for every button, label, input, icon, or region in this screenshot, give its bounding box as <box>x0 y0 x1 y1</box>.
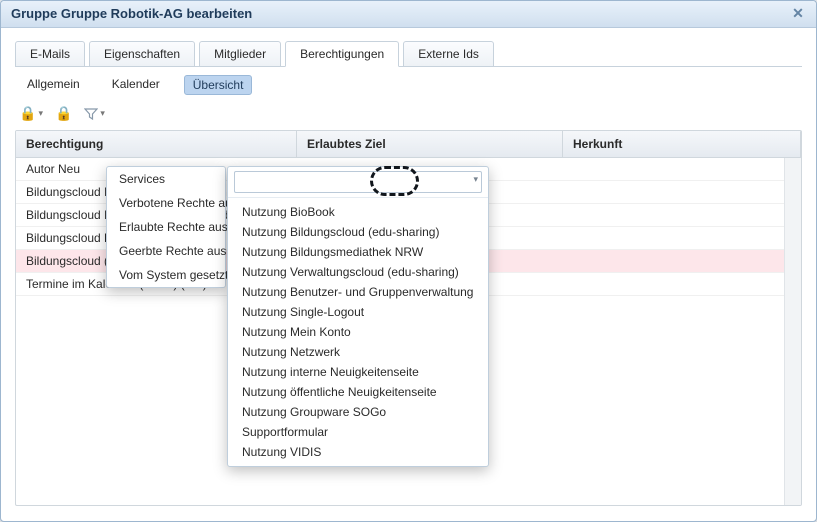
menu-item-hide-inherited[interactable]: Geerbte Rechte ausblenden <box>107 239 225 263</box>
services-filter-input[interactable] <box>234 171 482 193</box>
grid-header-herkunft[interactable]: Herkunft <box>563 131 801 157</box>
subtab-kalender[interactable]: Kalender <box>104 75 168 95</box>
grid-scrollbar[interactable] <box>784 158 801 505</box>
services-option[interactable]: Nutzung Benutzer- und Gruppenverwaltung <box>228 282 488 302</box>
services-option[interactable]: Nutzung Verwaltungscloud (edu-sharing) <box>228 262 488 282</box>
table-cell <box>561 181 801 203</box>
add-dropdown-icon[interactable]: 🔒▾ <box>19 105 43 122</box>
services-option[interactable]: Nutzung VIDIS <box>228 442 488 462</box>
close-icon[interactable]: ✕ <box>790 6 806 22</box>
services-dropdown-trigger-icon[interactable]: ▾ <box>473 174 478 185</box>
table-cell <box>561 158 801 180</box>
tab-eigenschaften[interactable]: Eigenschaften <box>89 41 195 67</box>
tab-berechtigungen[interactable]: Berechtigungen <box>285 41 399 67</box>
grid-header-berechtigung[interactable]: Berechtigung <box>16 131 297 157</box>
services-option[interactable]: Nutzung BioBook <box>228 202 488 222</box>
lock-icon[interactable]: 🔒 <box>55 105 72 122</box>
services-option[interactable]: Nutzung Groupware SOGo <box>228 402 488 422</box>
window-title: Gruppe Gruppe Robotik-AG bearbeiten <box>11 1 252 27</box>
services-option[interactable]: Nutzung Single-Logout <box>228 302 488 322</box>
subtab-uebersicht[interactable]: Übersicht <box>184 75 253 95</box>
services-dropdown: ▾ Nutzung BioBookNutzung Bildungscloud (… <box>227 166 489 467</box>
menu-item-hide-system[interactable]: Vom System gesetzte Rechte ausblenden <box>107 263 225 287</box>
services-option[interactable]: Nutzung öffentliche Neuigkeitenseite <box>228 382 488 402</box>
table-cell <box>561 204 801 226</box>
edit-group-window: Gruppe Gruppe Robotik-AG bearbeiten ✕ E-… <box>0 0 817 522</box>
tab-mitglieder[interactable]: Mitglieder <box>199 41 281 67</box>
services-option[interactable]: Nutzung Bildungsmediathek NRW <box>228 242 488 262</box>
services-option[interactable]: Nutzung Netzwerk <box>228 342 488 362</box>
main-tabs: E-Mails Eigenschaften Mitglieder Berecht… <box>15 40 802 67</box>
services-option[interactable]: Nutzung interne Neuigkeitenseite <box>228 362 488 382</box>
tab-emails[interactable]: E-Mails <box>15 41 85 67</box>
grid-toolbar: 🔒▾ 🔒 ▾ <box>15 101 802 130</box>
services-option[interactable]: Nutzung Mein Konto <box>228 322 488 342</box>
tab-externe-ids[interactable]: Externe Ids <box>403 41 494 67</box>
sub-tabs: Allgemein Kalender Übersicht <box>15 67 802 101</box>
subtab-allgemein[interactable]: Allgemein <box>19 75 88 95</box>
table-cell <box>561 273 801 295</box>
menu-item-services[interactable]: Services <box>107 167 225 191</box>
grid-header-erlaubtes-ziel[interactable]: Erlaubtes Ziel <box>297 131 563 157</box>
table-cell <box>561 227 801 249</box>
services-filter-row: ▾ <box>228 167 488 198</box>
services-option-list: Nutzung BioBookNutzung Bildungscloud (ed… <box>228 198 488 466</box>
column-context-menu: Services Verbotene Rechte ausblenden Erl… <box>106 166 226 288</box>
services-option[interactable]: Nutzung Bildungscloud (edu-sharing) <box>228 222 488 242</box>
menu-item-hide-allowed[interactable]: Erlaubte Rechte ausblenden <box>107 215 225 239</box>
filter-dropdown-icon[interactable]: ▾ <box>84 107 105 121</box>
window-titlebar: Gruppe Gruppe Robotik-AG bearbeiten ✕ <box>1 1 816 28</box>
services-option[interactable]: Supportformular <box>228 422 488 442</box>
grid-header-row: Berechtigung Erlaubtes Ziel Herkunft <box>16 131 801 158</box>
menu-item-hide-forbidden[interactable]: Verbotene Rechte ausblenden <box>107 191 225 215</box>
table-cell <box>561 250 801 272</box>
